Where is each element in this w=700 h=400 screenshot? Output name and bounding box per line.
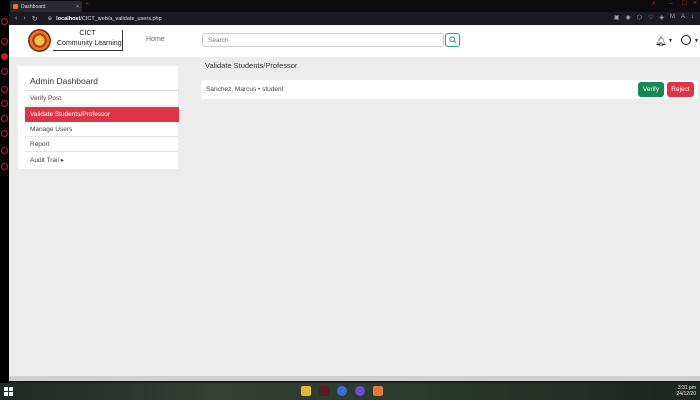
search-input[interactable] [202, 33, 444, 47]
sidebar-icon-3[interactable] [1, 53, 8, 60]
new-tab-button[interactable]: + [85, 1, 89, 8]
opera-gx-icon[interactable] [319, 386, 329, 396]
search-icon [448, 36, 457, 44]
brand-subtitle: Community Learning [57, 40, 122, 47]
camera-icon[interactable]: ◉ [625, 14, 630, 21]
sidebar-icon-10[interactable] [1, 163, 8, 170]
chevron-down-icon[interactable]: ▼ [668, 38, 673, 44]
chrome-icon[interactable] [337, 386, 347, 396]
home-link[interactable]: Home [146, 36, 165, 43]
sidebar-icon-2[interactable] [1, 38, 8, 45]
sidebar-icon-8[interactable] [1, 130, 8, 137]
list-item: Sanchez, Marcus • student Verify Reject [201, 80, 698, 99]
url-host: localhost [56, 15, 81, 22]
tab-title: Dashboard [21, 3, 46, 10]
search-button[interactable] [445, 33, 460, 47]
sidebar-item-manage-users[interactable]: Manage Users [25, 122, 179, 137]
sidebar-icon-9[interactable] [1, 147, 8, 154]
system-clock[interactable]: 3:31 pm 24/12/20 [677, 385, 696, 397]
toolbar-icons: ▣ ◉ ⬡ ♡ ◈ M A ↓ [614, 14, 694, 21]
vpn-icon[interactable]: M [670, 14, 675, 21]
brand-title: CICT [79, 30, 96, 37]
minimize-icon[interactable]: – [669, 0, 673, 7]
cict-logo[interactable] [28, 29, 51, 52]
file-explorer-icon[interactable] [301, 386, 311, 396]
close-window-icon[interactable]: × [693, 0, 697, 7]
verify-button[interactable]: Verify [638, 82, 664, 97]
bell-icon[interactable]: 🔔︎ [655, 36, 666, 47]
profile-chevron-down-icon[interactable]: ▼ [694, 38, 699, 44]
heart-icon[interactable]: ♡ [648, 14, 653, 21]
forward-icon[interactable]: › [23, 15, 25, 22]
reject-button[interactable]: Reject [667, 82, 694, 97]
user-info: Sanchez, Marcus • student [206, 86, 284, 93]
web-page: CICT Community Learning Home 🔔︎ ▼ ▼ Admi… [9, 25, 700, 381]
favicon-icon [13, 4, 18, 9]
tab-dashboard[interactable]: Dashboard × [10, 1, 82, 12]
horizontal-scrollbar[interactable] [9, 376, 700, 381]
sidebar-icon-5[interactable] [1, 86, 8, 93]
sidebar-icon-4[interactable] [1, 68, 8, 75]
sidebar-item-report[interactable]: Report [25, 137, 179, 152]
download-icon[interactable]: ↓ [691, 14, 694, 21]
clock-date: 24/12/20 [676, 391, 696, 397]
reload-icon[interactable]: ↻ [32, 15, 38, 23]
tab-close-icon[interactable]: × [76, 4, 79, 10]
screenshot-icon[interactable]: ▣ [614, 14, 620, 21]
start-icon[interactable] [4, 387, 13, 396]
profile-icon[interactable] [681, 35, 691, 45]
tab-bar: Dashboard × + ⌕ – □ × [9, 0, 700, 12]
site-info-icon[interactable]: ⊕ [48, 16, 53, 22]
sidebar-item-verify-post[interactable]: Verify Post [25, 91, 179, 106]
admin-dashboard-title: Admin Dashboard [30, 76, 99, 86]
browser-sidebar [0, 0, 9, 383]
address-bar[interactable]: ⊕ localhost/CICT_web/a_validate_users.ph… [48, 16, 162, 22]
reader-icon[interactable]: A [681, 14, 685, 21]
brand-box: CICT Community Learning [53, 30, 123, 51]
site-header: CICT Community Learning Home 🔔︎ ▼ ▼ [9, 25, 700, 57]
sidebar-item-audit-trail[interactable]: Audit Trail ▸ [25, 152, 179, 167]
page-title: Validate Students/Professor [205, 61, 298, 70]
extension-icon[interactable]: ⬡ [637, 14, 642, 21]
admin-sidebar: Admin Dashboard Verify Post Validate Stu… [18, 66, 179, 169]
navigation-bar: ‹ › ↻ ⊕ localhost/CICT_web/a_validate_us… [9, 12, 700, 25]
search-tabs-icon[interactable]: ⌕ [652, 0, 656, 8]
messenger-icon[interactable] [355, 386, 365, 396]
taskbar: 3:31 pm 24/12/20 [0, 383, 700, 400]
ad-block-icon[interactable]: ◈ [659, 14, 664, 21]
sidebar-icon-6[interactable] [1, 100, 8, 107]
xampp-icon[interactable] [373, 386, 383, 396]
url-path: /CICT_web/a_validate_users.php [80, 15, 162, 22]
sidebar-item-validate-users[interactable]: Validate Students/Professor [25, 107, 179, 122]
sidebar-icon-1[interactable] [1, 18, 8, 25]
sidebar-icon-7[interactable] [1, 115, 8, 122]
back-icon[interactable]: ‹ [15, 15, 17, 22]
maximize-icon[interactable]: □ [682, 0, 686, 7]
